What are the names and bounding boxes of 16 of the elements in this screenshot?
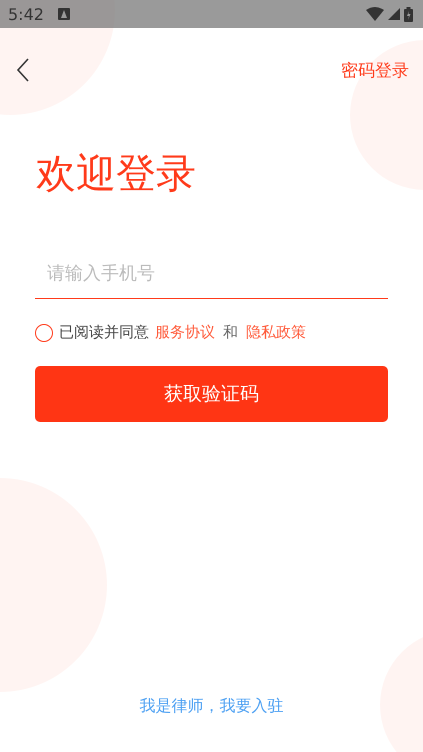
lawyer-join-link[interactable]: 我是律师，我要入驻 bbox=[140, 696, 284, 717]
wifi-icon bbox=[366, 7, 384, 21]
password-login-link[interactable]: 密码登录 bbox=[341, 58, 409, 82]
service-agreement-link[interactable]: 服务协议 bbox=[155, 323, 215, 342]
battery-icon bbox=[404, 6, 413, 22]
phone-input-field[interactable]: 请输入手机号 bbox=[35, 248, 388, 299]
signal-icon bbox=[388, 8, 400, 20]
get-code-button[interactable]: 获取验证码 bbox=[35, 366, 388, 422]
welcome-title: 欢迎登录 bbox=[36, 152, 197, 196]
agreement-text: 已阅读并同意 bbox=[59, 323, 149, 342]
notification-icon bbox=[58, 8, 70, 20]
agreement-checkbox[interactable] bbox=[35, 324, 53, 342]
back-icon[interactable] bbox=[16, 58, 30, 82]
and-text: 和 bbox=[223, 323, 238, 342]
status-time: 5:42 bbox=[8, 4, 44, 24]
privacy-policy-link[interactable]: 隐私政策 bbox=[246, 323, 306, 342]
